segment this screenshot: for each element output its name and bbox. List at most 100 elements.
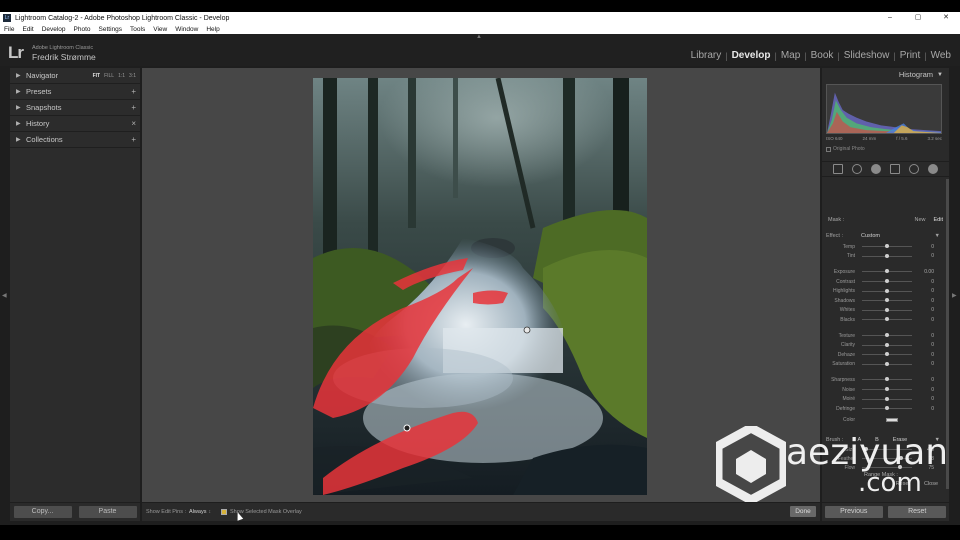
- slider-value[interactable]: 0: [916, 342, 934, 348]
- slider-blacks[interactable]: Blacks 0: [822, 315, 944, 325]
- slider-track[interactable]: [862, 396, 912, 401]
- slider-value[interactable]: 0: [916, 406, 934, 412]
- slider-knob[interactable]: [885, 269, 889, 274]
- slider-track[interactable]: [862, 342, 912, 347]
- radial-filter-icon[interactable]: [909, 164, 920, 174]
- slider-shadows[interactable]: Shadows 0: [822, 296, 944, 306]
- menu-window[interactable]: Window: [175, 26, 198, 33]
- slider-value[interactable]: 0: [916, 361, 934, 367]
- slider-knob[interactable]: [885, 244, 889, 249]
- collapse-left-arrow-icon[interactable]: ◀: [2, 292, 7, 299]
- slider-knob[interactable]: [885, 387, 889, 392]
- adjustment-brush-icon[interactable]: [928, 164, 939, 174]
- slider-track[interactable]: [862, 317, 912, 322]
- slider-knob[interactable]: [885, 342, 889, 347]
- slider-knob[interactable]: [885, 396, 889, 401]
- slider-dehaze[interactable]: Dehaze 0: [822, 350, 944, 360]
- slider-knob[interactable]: [885, 279, 889, 284]
- slider-track[interactable]: [862, 377, 912, 382]
- add-preset-button[interactable]: +: [131, 87, 136, 96]
- slider-value[interactable]: 0: [916, 253, 934, 259]
- slider-texture[interactable]: Texture 0: [822, 331, 944, 341]
- effect-collapse-icon[interactable]: ▼: [935, 233, 940, 239]
- slider-value[interactable]: 0: [916, 279, 934, 285]
- navigator-panel-header[interactable]: ▶ Navigator FIT FILL 1:1 3:1: [10, 68, 140, 84]
- slider-value[interactable]: 0: [916, 244, 934, 250]
- module-print[interactable]: Print: [897, 50, 924, 61]
- dropdown-chevron-icon[interactable]: ↕: [208, 509, 211, 515]
- slider-knob[interactable]: [885, 317, 889, 322]
- histogram-panel-header[interactable]: Histogram ▼: [822, 68, 949, 82]
- zoom-3-1[interactable]: 3:1: [129, 73, 136, 79]
- close-button[interactable]: ✕: [932, 12, 960, 24]
- collections-panel-header[interactable]: ▶ Collections +: [10, 132, 140, 148]
- slider-knob[interactable]: [885, 307, 889, 312]
- show-edit-pins-select[interactable]: Always: [189, 509, 206, 515]
- slider-contrast[interactable]: Contrast 0: [822, 277, 944, 287]
- slider-track[interactable]: [862, 406, 912, 411]
- slider-knob[interactable]: [885, 253, 889, 258]
- zoom-1-1[interactable]: 1:1: [118, 73, 125, 79]
- slider-knob[interactable]: [885, 377, 889, 382]
- slider-value[interactable]: 0: [916, 387, 934, 393]
- slider-value[interactable]: 0: [916, 298, 934, 304]
- slider-sharpness[interactable]: Sharpness 0: [822, 375, 944, 385]
- crop-tool-icon[interactable]: [832, 164, 843, 174]
- original-photo-toggle[interactable]: Original Photo: [826, 146, 865, 152]
- slider-whites[interactable]: Whites 0: [822, 306, 944, 316]
- menu-file[interactable]: File: [4, 26, 14, 33]
- slider-track[interactable]: [862, 298, 912, 303]
- maximize-button[interactable]: ▢: [904, 12, 932, 24]
- slider-knob[interactable]: [885, 333, 889, 338]
- clear-history-button[interactable]: ×: [131, 119, 136, 128]
- slider-knob[interactable]: [885, 298, 889, 303]
- collapse-top-arrow-icon[interactable]: ▲: [476, 34, 482, 40]
- slider-value[interactable]: 0: [916, 317, 934, 323]
- slider-value[interactable]: 0: [916, 396, 934, 402]
- history-panel-header[interactable]: ▶ History ×: [10, 116, 140, 132]
- slider-track[interactable]: [862, 279, 912, 284]
- slider-value[interactable]: 0: [916, 377, 934, 383]
- slider-value[interactable]: 0: [916, 333, 934, 339]
- mask-edit-button[interactable]: Edit: [934, 217, 943, 223]
- menu-help[interactable]: Help: [206, 26, 219, 33]
- show-mask-overlay-checkbox[interactable]: [220, 509, 227, 515]
- slider-knob[interactable]: [885, 352, 889, 357]
- menu-edit[interactable]: Edit: [22, 26, 33, 33]
- slider-tint[interactable]: Tint 0: [822, 252, 944, 262]
- slider-defringe[interactable]: Defringe 0: [822, 404, 944, 414]
- module-library[interactable]: Library: [688, 50, 725, 61]
- zoom-fit[interactable]: FIT: [93, 73, 101, 79]
- spot-removal-tool-icon[interactable]: [851, 164, 862, 174]
- slider-value[interactable]: 0: [916, 352, 934, 358]
- slider-knob[interactable]: [885, 361, 889, 366]
- slider-track[interactable]: [862, 352, 912, 357]
- menu-photo[interactable]: Photo: [74, 26, 91, 33]
- collapse-right-arrow-icon[interactable]: ▶: [952, 292, 957, 299]
- slider-knob[interactable]: [885, 288, 889, 293]
- slider-track[interactable]: [862, 253, 912, 258]
- slider-track[interactable]: [862, 307, 912, 312]
- slider-temp[interactable]: Temp 0: [822, 242, 944, 252]
- zoom-fill[interactable]: FILL: [104, 73, 114, 79]
- slider-clarity[interactable]: Clarity 0: [822, 340, 944, 350]
- slider-knob[interactable]: [885, 406, 889, 411]
- slider-track[interactable]: [862, 333, 912, 338]
- menu-view[interactable]: View: [153, 26, 167, 33]
- original-photo-checkbox[interactable]: [826, 146, 831, 152]
- slider-moir-[interactable]: Moiré 0: [822, 394, 944, 404]
- slider-exposure[interactable]: Exposure 0.00: [822, 267, 944, 277]
- slider-track[interactable]: [862, 387, 912, 392]
- slider-track[interactable]: [862, 244, 912, 249]
- slider-value[interactable]: 0.00: [916, 269, 934, 275]
- module-develop[interactable]: Develop: [729, 50, 774, 61]
- snapshots-panel-header[interactable]: ▶ Snapshots +: [10, 100, 140, 116]
- color-swatch[interactable]: [886, 417, 898, 422]
- slider-saturation[interactable]: Saturation 0: [822, 360, 944, 370]
- slider-noise[interactable]: Noise 0: [822, 385, 944, 395]
- done-button[interactable]: Done: [790, 506, 816, 517]
- menu-develop[interactable]: Develop: [42, 26, 66, 33]
- module-web[interactable]: Web: [928, 50, 954, 61]
- paste-settings-button[interactable]: Paste: [78, 506, 137, 518]
- copy-settings-button[interactable]: Copy...: [13, 506, 72, 518]
